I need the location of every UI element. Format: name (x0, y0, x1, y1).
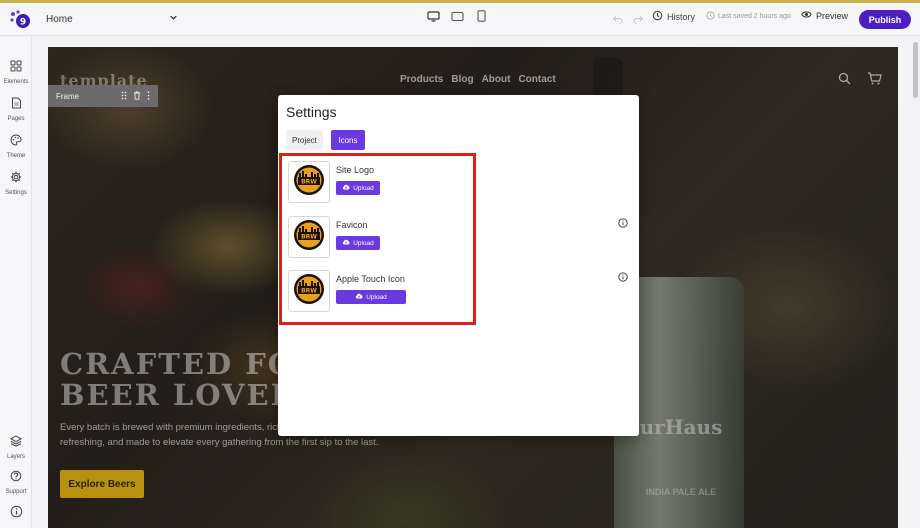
gear-icon (10, 170, 22, 188)
last-saved-status: Last saved 2 hours ago (706, 11, 791, 22)
cloud-upload-icon (342, 184, 350, 192)
sidebar-item-label: Theme (6, 153, 26, 159)
sidebar-item-label: Elements (3, 79, 29, 85)
drag-handle-icon[interactable] (121, 91, 127, 102)
svg-text:9: 9 (20, 18, 26, 28)
redo-icon[interactable] (633, 11, 644, 29)
site-nav-about[interactable]: About (482, 74, 511, 85)
preview-label: Preview (816, 10, 849, 21)
mobile-view-button[interactable] (472, 9, 490, 27)
cloud-upload-icon (342, 239, 350, 247)
favicon-upload-button[interactable]: Upload (336, 236, 380, 250)
site-nav: Products Blog About Contact (400, 74, 556, 85)
tablet-view-button[interactable] (448, 9, 466, 27)
grid-icon (10, 59, 22, 77)
svg-text:BRW: BRW (301, 287, 317, 294)
cart-icon[interactable] (867, 72, 882, 90)
upload-label: Upload (353, 184, 374, 192)
tab-icons[interactable]: Icons (330, 130, 365, 150)
desktop-icon (426, 9, 440, 27)
frame-label-text: Frame (56, 91, 80, 101)
info-icon[interactable] (618, 215, 628, 228)
publish-button[interactable]: Publish (859, 10, 911, 29)
info-icon[interactable] (618, 269, 628, 282)
sidebar-item-label: Layers (6, 454, 25, 460)
explore-beers-button[interactable]: Explore Beers (60, 470, 144, 498)
sidebar-item-elements[interactable]: Elements (0, 59, 32, 85)
trash-icon[interactable] (133, 91, 141, 102)
site-logo-thumbnail: BRW (288, 161, 330, 203)
svg-text:BRW: BRW (301, 233, 317, 240)
apple-touch-icon-label: Apple Touch Icon (336, 274, 405, 284)
clock-icon (706, 11, 715, 22)
modal-title: Settings (286, 104, 337, 120)
page-icon (11, 96, 22, 114)
device-switcher (424, 9, 490, 27)
favicon-row: BRW Favicon Upload (288, 216, 478, 260)
favicon-label: Favicon (336, 220, 368, 230)
brand-badge-icon: BRW (293, 273, 325, 310)
brand-badge-icon: BRW (293, 219, 325, 256)
sidebar-item-label: Settings (5, 190, 27, 196)
tablet-icon (450, 9, 464, 27)
sidebar-item-settings[interactable]: Settings (0, 170, 32, 196)
apple-touch-icon-row: BRW Apple Touch Icon Upload (288, 270, 478, 314)
palette-icon (10, 133, 22, 151)
sidebar-item-label: Pages (7, 116, 25, 122)
sidebar-item-layers[interactable]: Layers (0, 434, 32, 460)
page-selector[interactable]: Home (40, 7, 184, 31)
info-icon (10, 505, 23, 523)
canvas-scroll-thumb[interactable] (913, 42, 918, 98)
favicon-thumbnail: BRW (288, 216, 330, 258)
chevron-down-icon (169, 13, 178, 25)
canvas-scrollbar[interactable] (913, 40, 918, 528)
desktop-view-button[interactable] (424, 9, 442, 27)
sidebar-item-pages[interactable]: Pages (0, 96, 32, 122)
undo-icon[interactable] (612, 11, 623, 29)
site-logo-row: BRW Site Logo Upload (288, 161, 478, 205)
apple-touch-icon-upload-button[interactable]: Upload (336, 290, 406, 304)
upload-label: Upload (353, 239, 374, 247)
eye-icon (801, 10, 812, 21)
preview-button[interactable]: Preview (801, 10, 848, 21)
brand-badge-icon: BRW (293, 164, 325, 201)
settings-tabs: Project Icons (286, 130, 365, 150)
top-bar: 9 Home History Last saved 2 hours ago Pr… (0, 3, 920, 36)
upload-label: Upload (366, 293, 387, 301)
apple-touch-icon-thumbnail: BRW (288, 270, 330, 312)
tab-project[interactable]: Project (286, 130, 323, 150)
more-options-icon[interactable] (147, 90, 150, 102)
sidebar-item-label: Support (5, 489, 27, 495)
mobile-icon (476, 9, 486, 27)
cloud-upload-icon (355, 293, 363, 301)
help-icon (10, 469, 22, 487)
search-icon[interactable] (838, 72, 851, 90)
site-nav-products[interactable]: Products (400, 74, 443, 85)
site-nav-contact[interactable]: Contact (518, 74, 555, 85)
history-button[interactable]: History (652, 10, 695, 23)
left-sidebar: Elements Pages Theme Settings Layers Sup… (0, 37, 32, 528)
last-saved-text: Last saved 2 hours ago (718, 13, 791, 20)
history-label: History (667, 11, 696, 22)
frame-selection-label[interactable]: Frame (48, 85, 158, 107)
sidebar-info-button[interactable] (0, 505, 32, 523)
history-icon (652, 10, 663, 23)
layers-icon (9, 434, 23, 452)
app-logo-icon[interactable]: 9 (8, 9, 32, 31)
settings-modal: Settings Project Icons BRW Site Logo Upl… (278, 95, 639, 436)
sidebar-item-theme[interactable]: Theme (0, 133, 32, 159)
sidebar-item-support[interactable]: Support (0, 469, 32, 495)
site-nav-blog[interactable]: Blog (451, 74, 473, 85)
site-header-icons (838, 72, 882, 90)
site-logo-upload-button[interactable]: Upload (336, 181, 380, 195)
site-logo-label: Site Logo (336, 165, 375, 175)
page-selector-label: Home (46, 13, 73, 25)
frame-tools (121, 90, 150, 102)
undo-redo-group (612, 11, 644, 29)
svg-text:BRW: BRW (301, 178, 317, 185)
